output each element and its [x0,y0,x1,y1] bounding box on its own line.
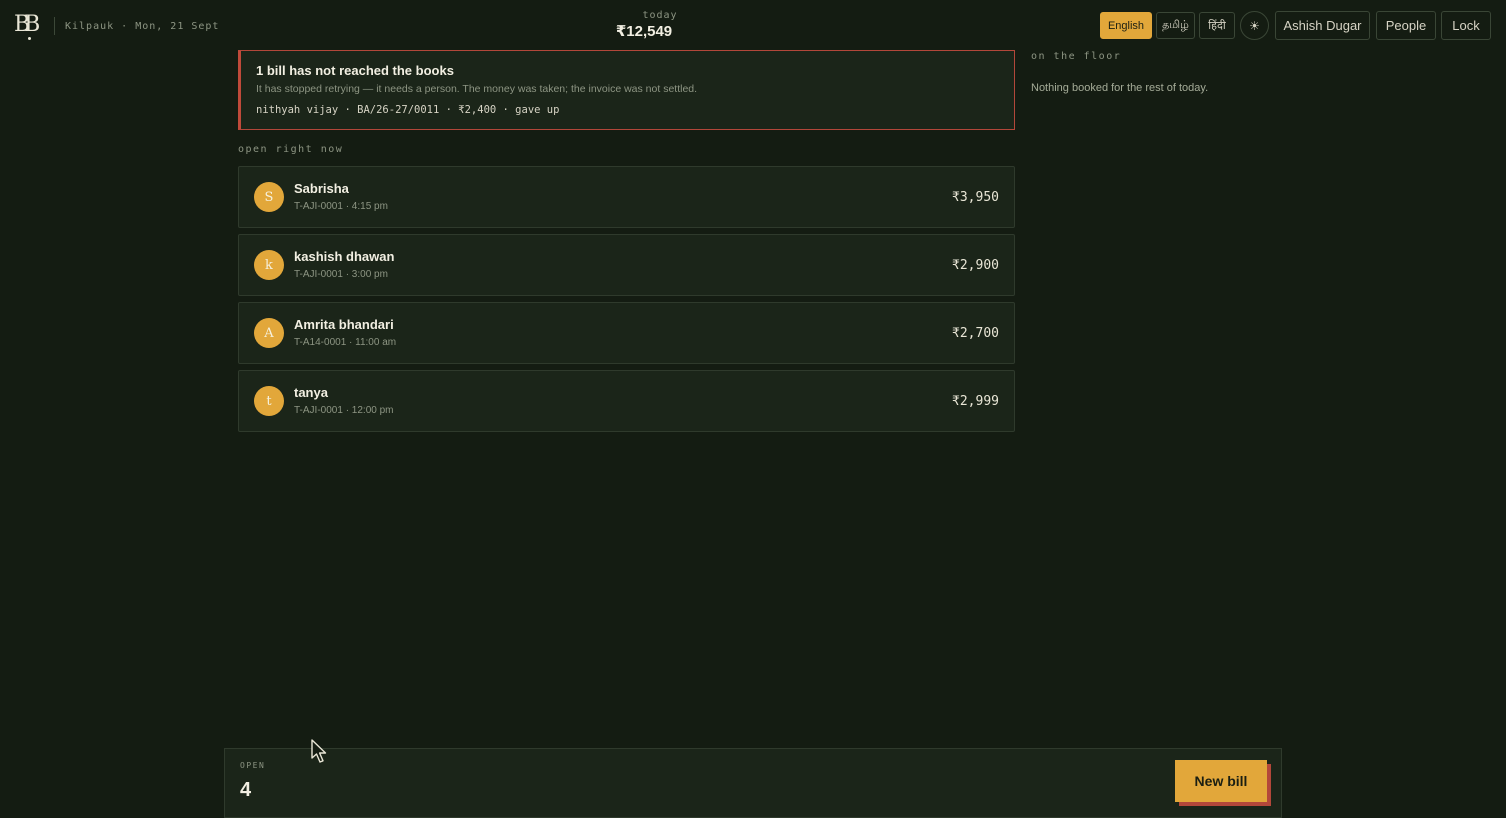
today-total: ₹12,549 [615,23,673,40]
bill-customer-name: Amrita bhandari [294,317,394,332]
bill-meta: T-AJI-0001 · 4:15 pm [294,201,388,212]
lock-button[interactable]: Lock [1441,11,1491,40]
bill-meta: T-AJI-0001 · 3:00 pm [294,269,388,280]
bill-amount: ₹3,950 [952,190,999,205]
new-bill-button[interactable]: New bill [1175,760,1267,802]
avatar: k [254,250,284,280]
bill-amount: ₹2,999 [952,394,999,409]
bill-customer-name: tanya [294,385,328,400]
language-tamil-button[interactable]: தமிழ் [1156,12,1195,39]
logo-dot [28,37,31,40]
alert-detail[interactable]: nithyah vijay · BA/26-27/0011 · ₹2,400 ·… [256,104,1014,116]
language-hindi-button[interactable]: हिंदी [1199,12,1235,39]
mouse-cursor-icon [311,739,327,763]
bill-row[interactable]: S Sabrisha T-AJI-0001 · 4:15 pm ₹3,950 [238,166,1015,228]
bill-meta: T-A14-0001 · 11:00 am [294,337,397,348]
bill-row[interactable]: k kashish dhawan T-AJI-0001 · 3:00 pm ₹2… [238,234,1015,296]
bill-customer-name: Sabrisha [294,181,349,196]
sun-icon: ☀ [1249,18,1260,33]
avatar: S [254,182,284,212]
bill-amount: ₹2,700 [952,326,999,341]
theme-toggle-button[interactable]: ☀ [1240,11,1269,40]
bill-customer-name: kashish dhawan [294,249,395,264]
location-date: Kilpauk · Mon, 21 Sept [65,21,220,32]
bill-row[interactable]: t tanya T-AJI-0001 · 12:00 pm ₹2,999 [238,370,1015,432]
open-bills-list: S Sabrisha T-AJI-0001 · 4:15 pm ₹3,950 k… [238,166,1015,438]
user-button[interactable]: Ashish Dugar [1275,11,1370,40]
bill-row[interactable]: A Amrita bhandari T-A14-0001 · 11:00 am … [238,302,1015,364]
floor-empty-message: Nothing booked for the rest of today. [1031,82,1209,94]
open-count-label: OPEN [240,761,266,770]
bill-amount: ₹2,900 [952,258,999,273]
open-section-label: open right now [238,144,344,155]
avatar: A [254,318,284,348]
avatar: t [254,386,284,416]
header-divider [54,17,55,35]
people-button[interactable]: People [1376,11,1436,40]
alert-title: 1 bill has not reached the books [256,63,454,78]
open-count: 4 [240,779,252,801]
logo-text: BB [14,12,40,37]
bill-meta: T-AJI-0001 · 12:00 pm [294,405,394,416]
unsettled-bill-alert: 1 bill has not reached the books It has … [238,50,1015,130]
language-english-button[interactable]: English [1100,12,1152,39]
brand-logo[interactable]: BB [14,11,46,40]
alert-body: It has stopped retrying — it needs a per… [256,83,698,95]
today-label: today [642,10,678,21]
top-bar: BB Kilpauk · Mon, 21 Sept today ₹12,549 … [0,0,1506,50]
floor-section-label: on the floor [1031,51,1122,62]
footer-bar: OPEN 4 New bill [224,748,1282,818]
